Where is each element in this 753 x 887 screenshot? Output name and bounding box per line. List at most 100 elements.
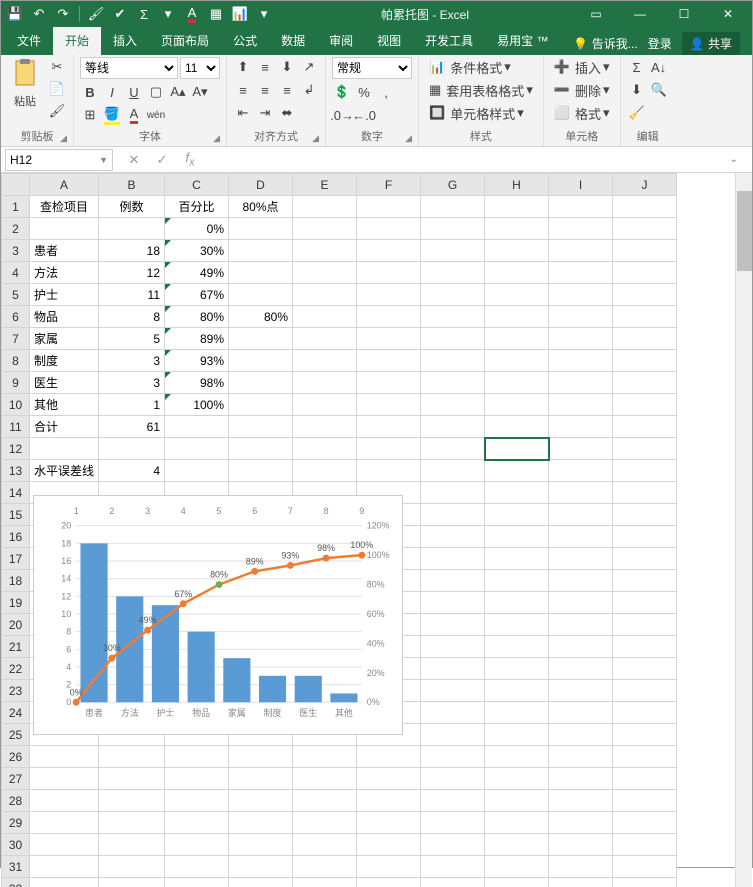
cell[interactable]: 患者 (30, 240, 99, 262)
cell[interactable] (549, 768, 613, 790)
cell[interactable]: 98% (165, 372, 229, 394)
dialog-launcher-icon[interactable]: ◢ (60, 133, 67, 144)
cell[interactable] (165, 460, 229, 482)
dec-decimal-icon[interactable]: ←.0 (354, 105, 374, 125)
cell[interactable] (549, 218, 613, 240)
sort-icon[interactable]: A↓ (649, 57, 669, 77)
row-header[interactable]: 30 (2, 834, 30, 856)
indent-inc-icon[interactable]: ⇥ (255, 103, 275, 123)
cell[interactable] (485, 812, 549, 834)
cell[interactable] (485, 416, 549, 438)
merge-icon[interactable]: ⬌ (277, 103, 297, 123)
cell[interactable] (229, 790, 293, 812)
cell[interactable] (613, 416, 677, 438)
cell[interactable] (421, 702, 485, 724)
currency-icon[interactable]: 💲 (332, 82, 352, 102)
cell-style-button[interactable]: 🔲 单元格样式 ▾ (425, 103, 528, 123)
row-header[interactable]: 8 (2, 350, 30, 372)
tab-开发工具[interactable]: 开发工具 (413, 27, 485, 55)
cell[interactable] (613, 262, 677, 284)
cell[interactable] (357, 394, 421, 416)
cell[interactable] (421, 262, 485, 284)
cell[interactable] (549, 746, 613, 768)
row-header[interactable]: 28 (2, 790, 30, 812)
cell[interactable] (549, 790, 613, 812)
phonetic-icon[interactable]: wén (146, 105, 166, 125)
cancel-icon[interactable]: ✕ (125, 152, 143, 168)
cell[interactable]: 制度 (30, 350, 99, 372)
cell[interactable] (613, 482, 677, 504)
cell[interactable]: 医生 (30, 372, 99, 394)
cell[interactable] (485, 504, 549, 526)
row-header[interactable]: 18 (2, 570, 30, 592)
cell[interactable] (165, 878, 229, 887)
row-header[interactable]: 24 (2, 702, 30, 724)
cell[interactable]: 61 (99, 416, 165, 438)
qat-more-icon[interactable]: ▾ (256, 6, 272, 22)
clear-icon[interactable]: 🧹 (627, 103, 647, 123)
cell[interactable] (165, 834, 229, 856)
cell[interactable] (485, 306, 549, 328)
cell[interactable] (30, 768, 99, 790)
cell[interactable] (485, 394, 549, 416)
col-header[interactable]: F (357, 174, 421, 196)
align-mid-icon[interactable]: ≡ (255, 57, 275, 77)
cell[interactable] (549, 196, 613, 218)
expand-formula-icon[interactable]: ⌄ (724, 154, 744, 165)
cell[interactable] (549, 504, 613, 526)
cell[interactable] (293, 856, 357, 878)
col-header[interactable]: A (30, 174, 99, 196)
cell[interactable] (613, 812, 677, 834)
share-button[interactable]: 👤 共享 (682, 32, 740, 55)
cell[interactable] (293, 284, 357, 306)
cell[interactable] (549, 856, 613, 878)
tab-文件[interactable]: 文件 (5, 27, 53, 55)
italic-icon[interactable]: I (102, 82, 122, 102)
cell[interactable] (293, 834, 357, 856)
cell[interactable] (293, 350, 357, 372)
cell[interactable]: 8 (99, 306, 165, 328)
cell[interactable] (421, 284, 485, 306)
ribbon-opts-icon[interactable]: ▭ (578, 7, 614, 21)
cell[interactable] (30, 790, 99, 812)
cell[interactable] (485, 614, 549, 636)
row-header[interactable]: 23 (2, 680, 30, 702)
cell[interactable]: 物品 (30, 306, 99, 328)
bold-icon[interactable]: B (80, 82, 100, 102)
cell[interactable] (165, 746, 229, 768)
worksheet-area[interactable]: ABCDEFGHIJ1查检项目例数百分比80%点20%3患者1830%4方法12… (1, 173, 752, 887)
cell[interactable] (357, 240, 421, 262)
col-header[interactable]: D (229, 174, 293, 196)
cell[interactable] (485, 372, 549, 394)
cell[interactable] (549, 306, 613, 328)
cell[interactable]: 5 (99, 328, 165, 350)
cell[interactable] (549, 548, 613, 570)
cell[interactable] (357, 856, 421, 878)
cell[interactable] (357, 306, 421, 328)
format-painter-icon[interactable]: 🖌 (47, 101, 67, 121)
cell[interactable] (421, 834, 485, 856)
cell[interactable] (421, 482, 485, 504)
cell[interactable] (165, 812, 229, 834)
undo-icon[interactable]: ↶ (31, 6, 47, 22)
cell[interactable] (421, 438, 485, 460)
cell[interactable] (485, 680, 549, 702)
border-icon[interactable]: ⊞ (80, 105, 100, 125)
cell[interactable] (485, 438, 549, 460)
cell[interactable] (229, 218, 293, 240)
tab-数据[interactable]: 数据 (269, 27, 317, 55)
cell[interactable] (485, 856, 549, 878)
cell[interactable]: 3 (99, 350, 165, 372)
row-header[interactable]: 15 (2, 504, 30, 526)
cell[interactable] (293, 372, 357, 394)
cell[interactable]: 护士 (30, 284, 99, 306)
cell[interactable] (421, 218, 485, 240)
row-header[interactable]: 1 (2, 196, 30, 218)
cell[interactable] (549, 702, 613, 724)
cell[interactable] (30, 438, 99, 460)
shrink-font-icon[interactable]: A▾ (190, 82, 210, 102)
name-box[interactable]: H12▼ (5, 149, 113, 171)
cell[interactable] (99, 790, 165, 812)
cell[interactable] (549, 658, 613, 680)
cell[interactable] (229, 372, 293, 394)
